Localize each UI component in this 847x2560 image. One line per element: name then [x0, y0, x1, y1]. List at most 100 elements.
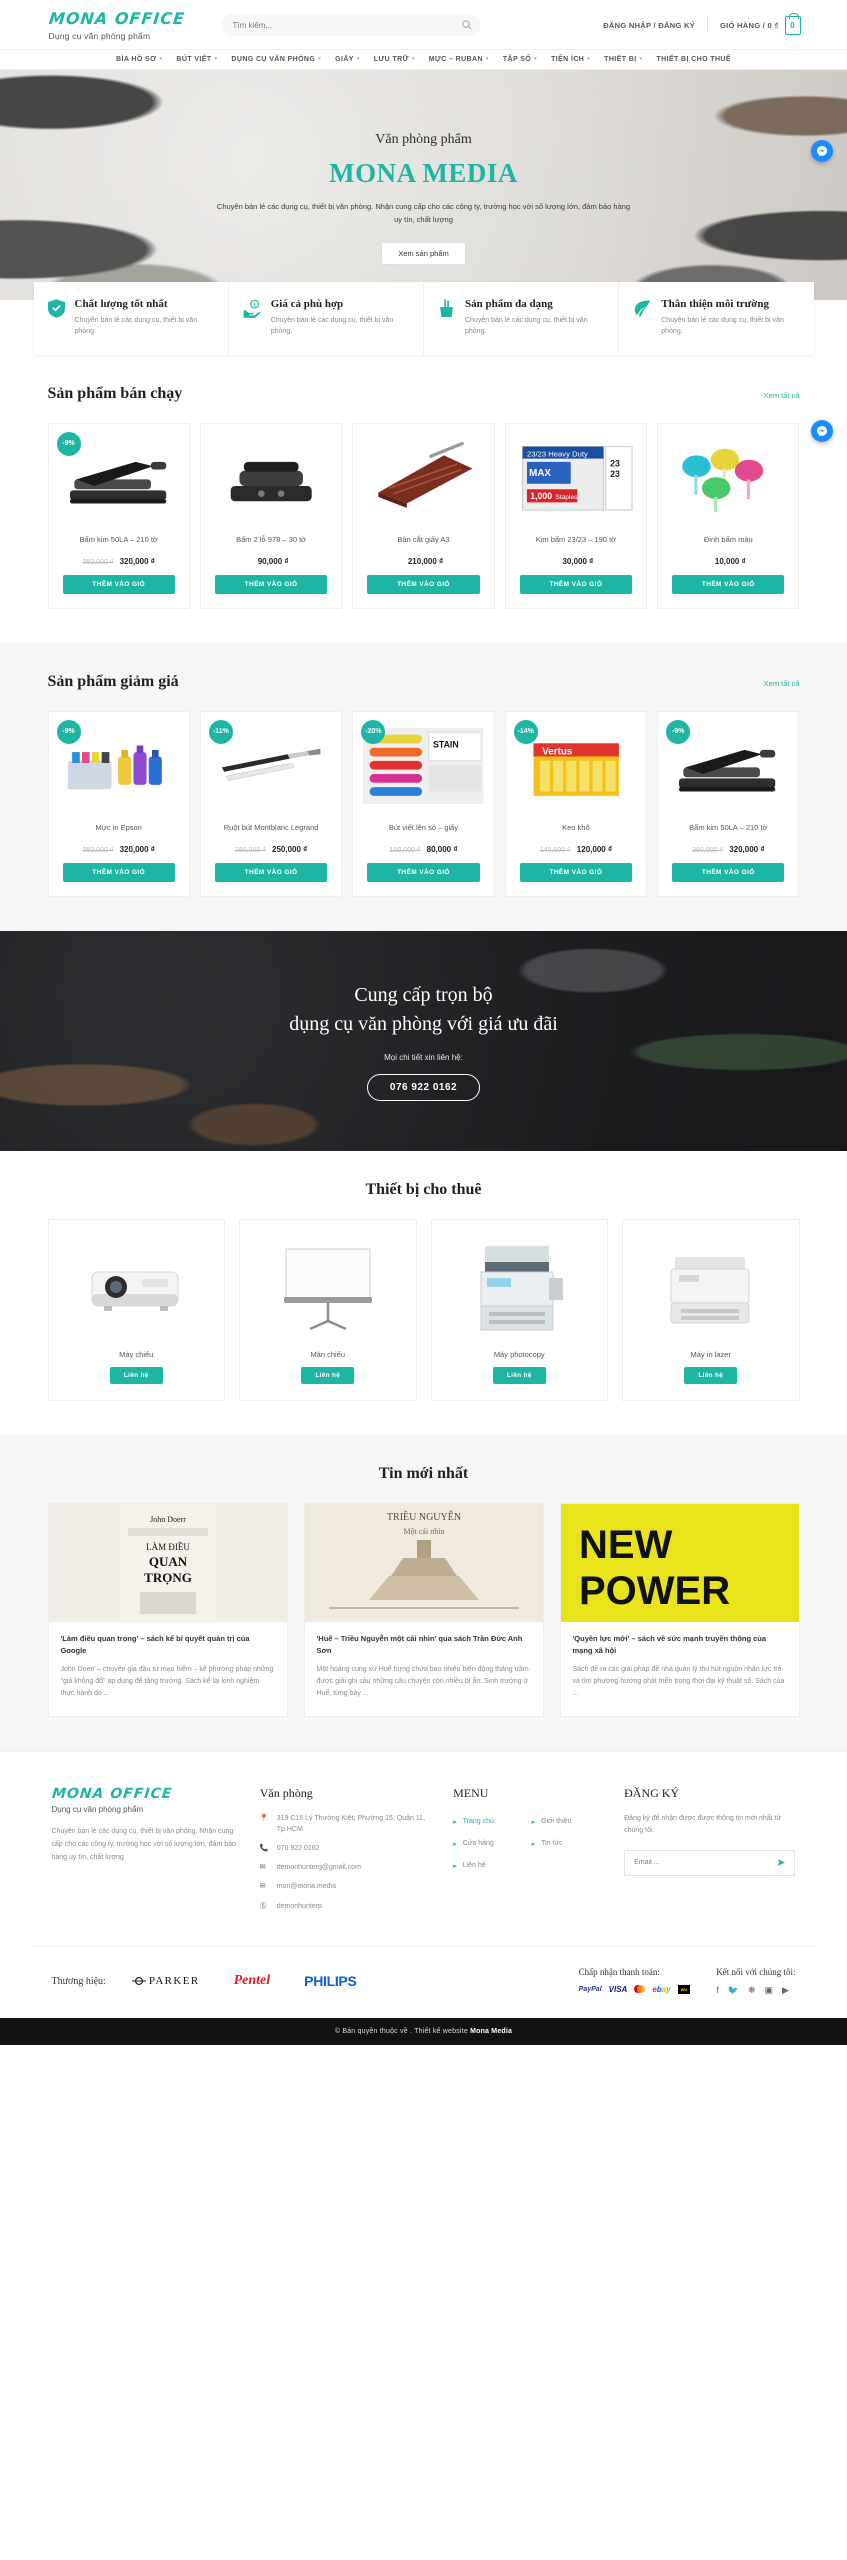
newsletter-email-input[interactable] — [634, 1859, 777, 1867]
add-to-cart-button[interactable]: THÊM VÀO GIỎ — [672, 862, 785, 882]
feature-text: Chuyên bán lẻ các dụng cụ, thiết bị văn … — [465, 316, 588, 335]
product-price: 120,000 ₫ — [576, 844, 613, 854]
news-card[interactable]: TRIỀU NGUYỄN Một cái nhìn 'Huế – Triều N… — [303, 1502, 544, 1717]
svg-text:QUAN: QUAN — [148, 1554, 187, 1569]
nav-item[interactable]: MỰC – RUBAN ▾ — [422, 56, 496, 63]
nav-item[interactable]: BÌA HỒ SƠ ▾ — [109, 56, 169, 63]
add-to-cart-button[interactable]: THÊM VÀO GIỎ — [367, 862, 480, 882]
view-all-bestsellers-link[interactable]: Xem tất cả — [764, 391, 800, 400]
nav-link-dung-cu-van-phong[interactable]: DỤNG CỤ VĂN PHÒNG ▾ — [231, 56, 321, 63]
rss-icon[interactable]: ❋ — [748, 1985, 756, 1996]
contact-button[interactable]: Liên hệ — [301, 1366, 355, 1384]
nav-item[interactable]: THIẾT BỊ CHO THUÊ — [649, 56, 737, 63]
brand-logo-pentel[interactable]: Pentel — [234, 1973, 271, 1989]
search-icon[interactable] — [461, 19, 472, 30]
footer-menu-lien-he[interactable]: ▸ Liên hệ — [453, 1857, 524, 1875]
nav-link-bia-ho-so[interactable]: BÌA HỒ SƠ ▾ — [116, 56, 162, 63]
nav-link-tap-so[interactable]: TẬP SỐ ▾ — [503, 56, 537, 63]
news-card[interactable]: John Doerr LÀM ĐIỀU QUAN TRỌNG 'Làm điều… — [47, 1502, 288, 1717]
search-box[interactable] — [220, 14, 481, 37]
rental-card[interactable]: Máy chiếu Liên hệ — [47, 1218, 225, 1401]
newsletter-form[interactable]: ➤ — [624, 1849, 796, 1876]
product-card[interactable]: Bàn cắt giấy A3 210,000 ₫ THÊM VÀO GIỎ — [352, 422, 495, 609]
cart-widget[interactable]: GIỎ HÀNG / 0 ₫ 0 — [720, 12, 801, 35]
hero-cta-button[interactable]: Xem sản phẩm — [381, 242, 466, 266]
footer-logo[interactable]: MONA OFFICE — [51, 1786, 239, 1802]
twitter-icon[interactable]: 🐦 — [728, 1985, 739, 1996]
western-union-icon[interactable]: WU — [677, 1984, 691, 1994]
footer-menu-tin-tuc[interactable]: ▸ Tin tức — [532, 1835, 603, 1853]
product-card[interactable]: -9% Bấm kim 50LA – 210 tờ 350,000 ₫ 320,… — [47, 422, 190, 609]
footer-office-email-1[interactable]: ✉ demonhunterg@gmail.com — [260, 1862, 431, 1873]
copyright-brand[interactable]: Mona Media — [470, 2028, 512, 2035]
footer-menu-gioi-thieu[interactable]: ▸ Giới thiệu — [532, 1813, 603, 1831]
product-card[interactable]: -11% Ruột bút Montblanc Legrand 280,000 … — [199, 710, 343, 897]
leaf-icon — [633, 298, 652, 337]
brand-logo-philips[interactable]: PHILIPS — [304, 1973, 357, 1989]
nav-item[interactable]: TẬP SỐ ▾ — [496, 56, 544, 63]
add-to-cart-button[interactable]: THÊM VÀO GIỎ — [367, 574, 480, 594]
nav-link-luu-tru[interactable]: LƯU TRỮ ▾ — [374, 56, 415, 63]
rental-card[interactable]: Máy photocopy Liên hệ — [430, 1218, 608, 1401]
nav-link-muc-ruban[interactable]: MỰC – RUBAN ▾ — [429, 56, 489, 63]
product-card[interactable]: 23/23 Heavy Duty MAX 1,000 Staples 23 23 Kim … — [504, 422, 648, 609]
nav-link-giay[interactable]: GIẤY ▾ — [335, 56, 360, 63]
rental-card[interactable]: Màn chiếu Liên hệ — [239, 1218, 417, 1401]
add-to-cart-button[interactable]: THÊM VÀO GIỎ — [62, 862, 175, 882]
brand-logo[interactable]: MONA OFFICE Dụng cụ văn phòng phẩm — [19, 9, 199, 41]
add-to-cart-button[interactable]: THÊM VÀO GIỎ — [672, 574, 785, 594]
footer-menu-trang-chu[interactable]: ▸ Trang chủ — [453, 1813, 524, 1831]
search-input[interactable] — [220, 14, 481, 37]
nav-item[interactable]: LƯU TRỮ ▾ — [367, 56, 422, 63]
product-card[interactable]: Đinh bấm màu 10,000 ₫ THÊM VÀO GIỎ — [657, 422, 800, 609]
facebook-icon[interactable]: f — [716, 1985, 719, 1995]
instagram-icon[interactable]: ▣ — [765, 1985, 774, 1996]
product-card[interactable]: -9% Mực in Epson 350,000 ₫ 320,000 ₫ THÊ… — [47, 710, 190, 897]
visa-icon[interactable]: VISA — [609, 1985, 628, 1994]
footer-office-email-2[interactable]: ✉ mon@mona.media — [260, 1881, 431, 1892]
mastercard-icon[interactable] — [634, 1985, 646, 1994]
footer-office-address: 📍 319 C16 Lý Thường Kiệt, Phường 15, Quậ… — [260, 1813, 431, 1835]
messenger-chat-button[interactable] — [811, 139, 833, 162]
nav-link-tien-ich[interactable]: TIỆN ÍCH ▾ — [551, 56, 590, 63]
add-to-cart-button[interactable]: THÊM VÀO GIỎ — [519, 862, 633, 882]
product-card[interactable]: -14% Vertus Keo khô 140,000 ₫ 120,000 ₫ … — [504, 710, 648, 897]
brand-logo-parker[interactable]: PARKER — [131, 1975, 200, 1987]
send-icon[interactable]: ➤ — [776, 1856, 785, 1869]
nav-item[interactable]: GIẤY ▾ — [328, 56, 367, 63]
nav-item[interactable]: THIẾT BỊ ▾ — [597, 56, 649, 63]
product-card[interactable]: Bấm 2 lỗ 978 – 30 tờ 90,000 ₫ THÊM VÀO G… — [199, 422, 343, 609]
product-card[interactable]: -20% STAIN Bút viết lên sỏ – giấy 100,00… — [352, 710, 495, 897]
footer-office-phone[interactable]: 📞 076 922 0162 — [260, 1843, 431, 1854]
footer-office-skype[interactable]: Ⓢ demonhunterp — [260, 1901, 431, 1912]
paypal-icon[interactable]: PayPal — [579, 1986, 602, 1993]
feature-item-quality: Chất lượng tốt nhất Chuyên bán lẻ các dụ… — [34, 281, 229, 355]
hole-punch-icon — [230, 461, 312, 501]
nav-item[interactable]: DỤNG CỤ VĂN PHÒNG ▾ — [224, 56, 328, 63]
add-to-cart-button[interactable]: THÊM VÀO GIỎ — [62, 574, 175, 594]
contact-button[interactable]: Liên hệ — [684, 1366, 738, 1384]
messenger-chat-button-2[interactable] — [811, 420, 833, 442]
nav-item[interactable]: BÚT VIẾT ▾ — [169, 56, 224, 63]
messenger-icon — [817, 426, 827, 437]
add-to-cart-button[interactable]: THÊM VÀO GIỎ — [214, 574, 328, 594]
ebay-icon[interactable]: ebay — [652, 1985, 670, 1994]
nav-link-thiet-bi-cho-thue[interactable]: THIẾT BỊ CHO THUÊ — [656, 56, 730, 63]
rental-card[interactable]: Máy in lazer Liên hệ — [622, 1218, 800, 1401]
add-to-cart-button[interactable]: THÊM VÀO GIỎ — [214, 862, 328, 882]
cta-phone-button[interactable]: 076 922 0162 — [366, 1073, 481, 1101]
nav-item[interactable]: TIỆN ÍCH ▾ — [544, 56, 597, 63]
nav-link-thiet-bi[interactable]: THIẾT BỊ ▾ — [604, 56, 642, 63]
nav-link-but-viet[interactable]: BÚT VIẾT ▾ — [176, 56, 217, 63]
contact-button[interactable]: Liên hệ — [109, 1366, 163, 1384]
product-card[interactable]: -9% Bấm kim 50LA – 210 tờ 350,000 ₫ 320,… — [657, 710, 800, 897]
news-card[interactable]: NEW POWER 'Quyền lực mới' – sách về sức … — [559, 1502, 800, 1717]
view-all-sale-link[interactable]: Xem tất cả — [764, 679, 800, 688]
nav-list: BÌA HỒ SƠ ▾ BÚT VIẾT ▾ DỤNG CỤ VĂN PHÒNG ▾ … — [19, 50, 829, 69]
login-register-link[interactable]: ĐĂNG NHẬP / ĐĂNG KÝ — [603, 21, 695, 30]
youtube-icon[interactable]: ▶ — [782, 1985, 789, 1996]
add-to-cart-button[interactable]: THÊM VÀO GIỎ — [519, 574, 633, 594]
contact-button[interactable]: Liên hệ — [492, 1366, 546, 1384]
footer-menu-cua-hang[interactable]: ▸ Cửa hàng — [453, 1835, 524, 1853]
cart-count-badge[interactable]: 0 — [784, 12, 801, 35]
